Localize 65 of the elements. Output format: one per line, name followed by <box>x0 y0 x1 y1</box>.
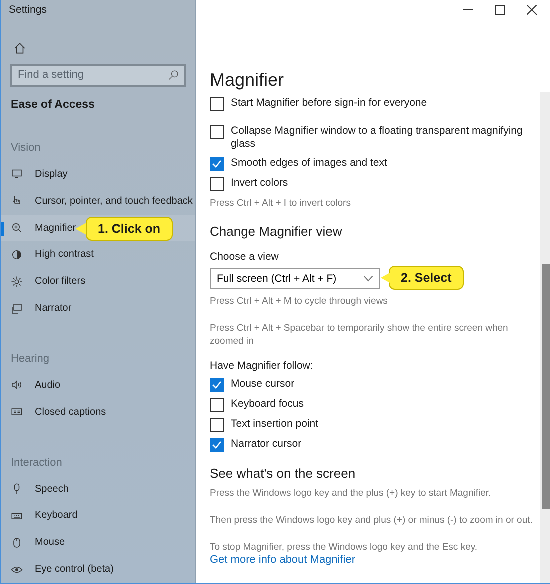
callout: 2. Select <box>389 266 464 290</box>
scrollbar[interactable] <box>540 92 550 583</box>
sidebar-item[interactable]: Magnifier 1. Click on <box>1 214 195 242</box>
contrast-icon <box>11 248 23 261</box>
speaker-icon <box>11 379 23 392</box>
field-label: Have Magnifier follow: <box>210 360 314 372</box>
page-title: Magnifier <box>210 70 286 91</box>
checkbox-label[interactable]: Mouse cursor <box>231 378 295 391</box>
checkbox-label[interactable]: Collapse Magnifier window to a floating transparent magnifying glass <box>231 125 535 151</box>
group-heading: Hearing <box>11 352 51 365</box>
captions-icon <box>11 406 23 418</box>
checkbox[interactable] <box>210 378 224 392</box>
sidebar-item[interactable]: Eye control (beta) <box>1 556 195 584</box>
sidebar-item[interactable]: Narrator <box>1 295 195 322</box>
hint-text: Press Ctrl + Alt + I to invert colors <box>210 197 352 210</box>
hint-text: Press Ctrl + Alt + Spacebar to temporarily show the entire screen when zoomed in <box>210 322 510 348</box>
sidebar-item[interactable]: Keyboard <box>1 502 195 530</box>
sidebar-item[interactable]: Display <box>1 160 195 188</box>
sidebar-item[interactable]: Color filters <box>1 268 195 296</box>
field-label: Choose a view <box>210 251 280 263</box>
info-link[interactable]: Get more info about Magnifier <box>210 554 356 566</box>
checkbox[interactable] <box>210 177 224 191</box>
checkbox[interactable] <box>210 398 224 412</box>
checkbox[interactable] <box>210 418 224 432</box>
checkbox[interactable] <box>210 97 224 111</box>
hand-pointer-icon <box>11 195 23 208</box>
section-heading: Change Magnifier view <box>210 224 344 239</box>
checkbox-label[interactable]: Narrator cursor <box>231 438 302 451</box>
checkbox[interactable] <box>210 157 224 171</box>
magnifier-icon <box>11 222 23 234</box>
narrator-icon <box>11 302 23 315</box>
hint-text: Then press the Windows logo key and plus (+) or minus (-) to zoom in or out. <box>210 514 534 527</box>
sun-icon <box>11 276 23 288</box>
checkbox-label[interactable]: Text insertion point <box>231 418 319 431</box>
callout-tail <box>381 273 390 283</box>
checkbox[interactable] <box>210 438 224 452</box>
checkbox-label[interactable]: Keyboard focus <box>231 398 304 411</box>
category-title: Ease of Access <box>11 98 96 111</box>
checkbox[interactable] <box>210 125 224 139</box>
window-title: Settings <box>8 3 48 18</box>
callout-tail <box>75 222 87 235</box>
sidebar-item[interactable]: Audio <box>1 372 195 399</box>
close-icon[interactable] <box>527 5 537 15</box>
checkbox-label[interactable]: Start Magnifier before sign-in for everyone <box>231 97 428 110</box>
chevron-down-icon <box>364 276 373 282</box>
home-icon[interactable] <box>13 42 27 55</box>
monitor-icon <box>11 168 23 180</box>
group-heading: Vision <box>11 142 42 154</box>
section-heading: See what's on the screen <box>210 466 357 481</box>
hint-text: To stop Magnifier, press the Windows logo key and the Esc key. <box>210 541 479 554</box>
mouse-icon <box>11 536 23 549</box>
group-heading: Interaction <box>11 456 64 469</box>
sidebar-item[interactable]: Cursor, pointer, and touch feedback <box>1 188 195 215</box>
sidebar-item[interactable]: Speech <box>1 476 195 502</box>
sidebar-item[interactable]: High contrast <box>1 241 195 268</box>
hint-text: Press the Windows logo key and the plus (+) key to start Magnifier. <box>210 487 492 500</box>
search-icon[interactable] <box>168 70 179 81</box>
sidebar-item[interactable]: Closed captions <box>1 398 195 426</box>
checkbox-label[interactable]: Invert colors <box>231 177 288 190</box>
maximize-icon[interactable] <box>495 5 505 15</box>
search-field[interactable]: Find a setting <box>10 64 186 87</box>
view-dropdown[interactable]: Full screen (Ctrl + Alt + F) <box>210 268 380 289</box>
hint-text: Press Ctrl + Alt + M to cycle through views <box>210 295 389 308</box>
sidebar-item[interactable]: Mouse <box>1 529 195 556</box>
checkbox-label[interactable]: Smooth edges of images and text <box>231 157 388 170</box>
